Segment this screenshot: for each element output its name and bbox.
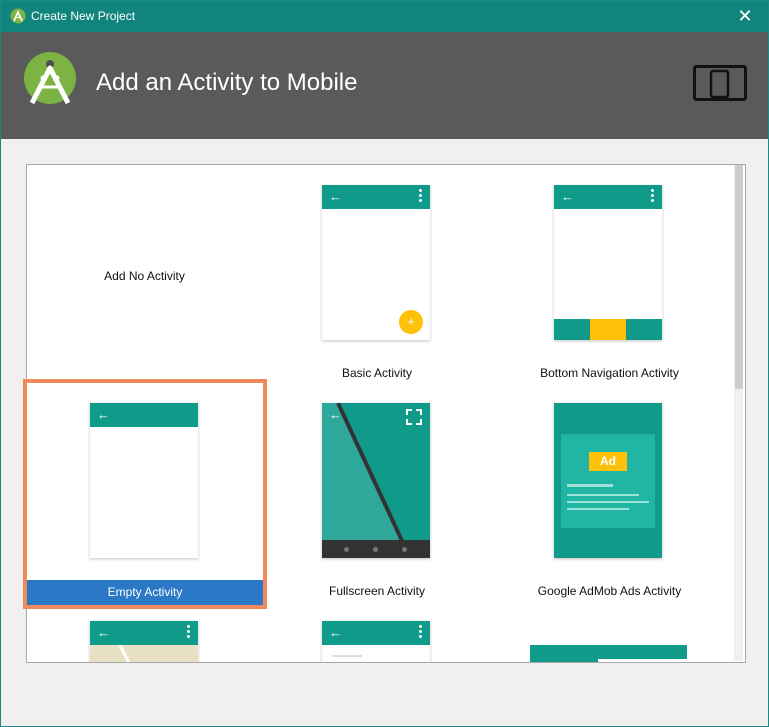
- tile-login-activity[interactable]: ←: [322, 621, 430, 662]
- app-bar: ←: [322, 185, 430, 209]
- tile-basic-activity[interactable]: ← + Basic Activity: [287, 165, 467, 380]
- back-arrow-icon: ←: [561, 189, 574, 204]
- tile-google-admob-ads-activity[interactable]: Ad Google AdMob Ads Activity: [517, 385, 702, 600]
- system-nav-bar: [322, 540, 430, 558]
- tile-master-detail-flow[interactable]: [530, 645, 687, 662]
- ad-badge: Ad: [589, 452, 627, 471]
- app-bar: ←: [322, 621, 430, 645]
- tile-google-maps-activity[interactable]: ←: [90, 621, 198, 662]
- page-heading: Add an Activity to Mobile: [96, 69, 358, 96]
- master-detail-preview: [530, 645, 687, 662]
- fullscreen-preview: ←: [322, 403, 430, 558]
- overflow-menu-icon: [651, 189, 654, 203]
- overflow-menu-icon: [419, 189, 422, 203]
- fullscreen-diagonal-graphic: [322, 403, 412, 558]
- create-project-window: Create New Project ✕ Add an Activity to …: [0, 0, 769, 727]
- close-icon: ✕: [737, 6, 753, 26]
- back-arrow-icon: ←: [97, 625, 110, 640]
- back-arrow-icon: ←: [329, 625, 342, 640]
- back-arrow-icon: ←: [329, 407, 342, 422]
- app-bar: ←: [90, 621, 198, 645]
- window-title: Create New Project: [31, 9, 136, 23]
- title-bar: Create New Project ✕: [1, 1, 768, 32]
- device-form-factor-icon: [693, 65, 747, 101]
- tile-label-selected: Empty Activity: [27, 580, 263, 605]
- tile-fullscreen-activity[interactable]: ← Fullscreen Activity: [287, 385, 467, 600]
- tile-add-no-activity[interactable]: Add No Activity: [27, 165, 262, 380]
- tile-bottom-navigation-activity[interactable]: ← Bottom Navigation Activity: [517, 165, 702, 380]
- wizard-header: Add an Activity to Mobile: [1, 32, 768, 139]
- tile-label: Add No Activity: [104, 269, 185, 283]
- maps-preview: ←: [90, 621, 198, 662]
- tile-label: Google AdMob Ads Activity: [537, 584, 682, 598]
- scrollbar-thumb[interactable]: [735, 165, 743, 389]
- android-studio-logo: [24, 52, 76, 105]
- tile-label: Bottom Navigation Activity: [540, 366, 679, 380]
- overflow-menu-icon: [187, 625, 190, 639]
- login-preview: ←: [322, 621, 430, 662]
- back-arrow-icon: ←: [97, 407, 110, 422]
- bottom-nav-selected-item: [590, 319, 626, 340]
- gallery-scrollbar[interactable]: [734, 165, 743, 661]
- ad-card: Ad: [561, 434, 655, 528]
- admob-preview: Ad: [554, 403, 662, 558]
- bottom-nav-bar: [554, 319, 662, 340]
- tile-label: Basic Activity: [341, 366, 413, 380]
- tile-empty-activity[interactable]: ← Empty Activity: [23, 379, 267, 609]
- app-bar: ←: [554, 185, 662, 209]
- fab-icon: +: [399, 310, 423, 334]
- overflow-menu-icon: [419, 625, 422, 639]
- back-arrow-icon: ←: [329, 189, 342, 204]
- android-studio-icon: [10, 8, 26, 24]
- basic-activity-preview: ← +: [322, 185, 430, 340]
- close-button[interactable]: ✕: [722, 1, 768, 32]
- map-road-graphic: [118, 645, 131, 662]
- fullscreen-icon: [406, 409, 422, 425]
- bottom-navigation-preview: ←: [554, 185, 662, 340]
- app-bar: ←: [90, 403, 198, 427]
- empty-activity-preview: ←: [90, 403, 198, 558]
- tile-label: Fullscreen Activity: [328, 584, 426, 598]
